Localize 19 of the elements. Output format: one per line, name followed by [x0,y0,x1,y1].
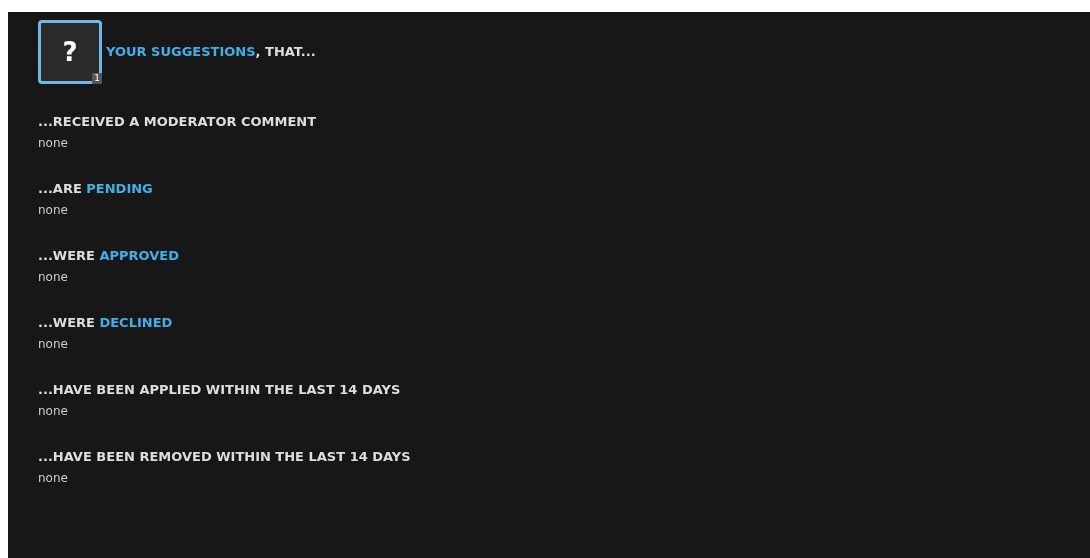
status-link[interactable]: DECLINED [99,315,173,330]
status-value: none [38,470,69,486]
count-badge: 1 [92,73,102,84]
status-value: none [38,135,69,151]
status-value: none [38,202,69,218]
status-heading: ...HAVE BEEN APPLIED WITHIN THE LAST 14 DAYS [38,381,402,399]
status-heading: ...WERE DECLINED [38,314,174,332]
status-value: none [38,336,69,352]
status-heading: ...ARE PENDING [38,180,154,198]
status-heading: ...RECEIVED A MODERATOR COMMENT [38,113,318,131]
suggestions-link[interactable]: YOUR SUGGESTIONS [106,44,256,60]
status-heading: ...HAVE BEEN REMOVED WITHIN THE LAST 14 DAYS [38,448,412,466]
section-heading: YOUR SUGGESTIONS, THAT... [106,43,316,62]
status-value: none [38,269,69,285]
status-link[interactable]: PENDING [86,181,153,196]
status-link[interactable]: APPROVED [99,248,179,263]
status-value: none [38,403,69,419]
status-heading: ...WERE APPROVED [38,247,180,265]
icon-glyph: ? [62,39,78,65]
